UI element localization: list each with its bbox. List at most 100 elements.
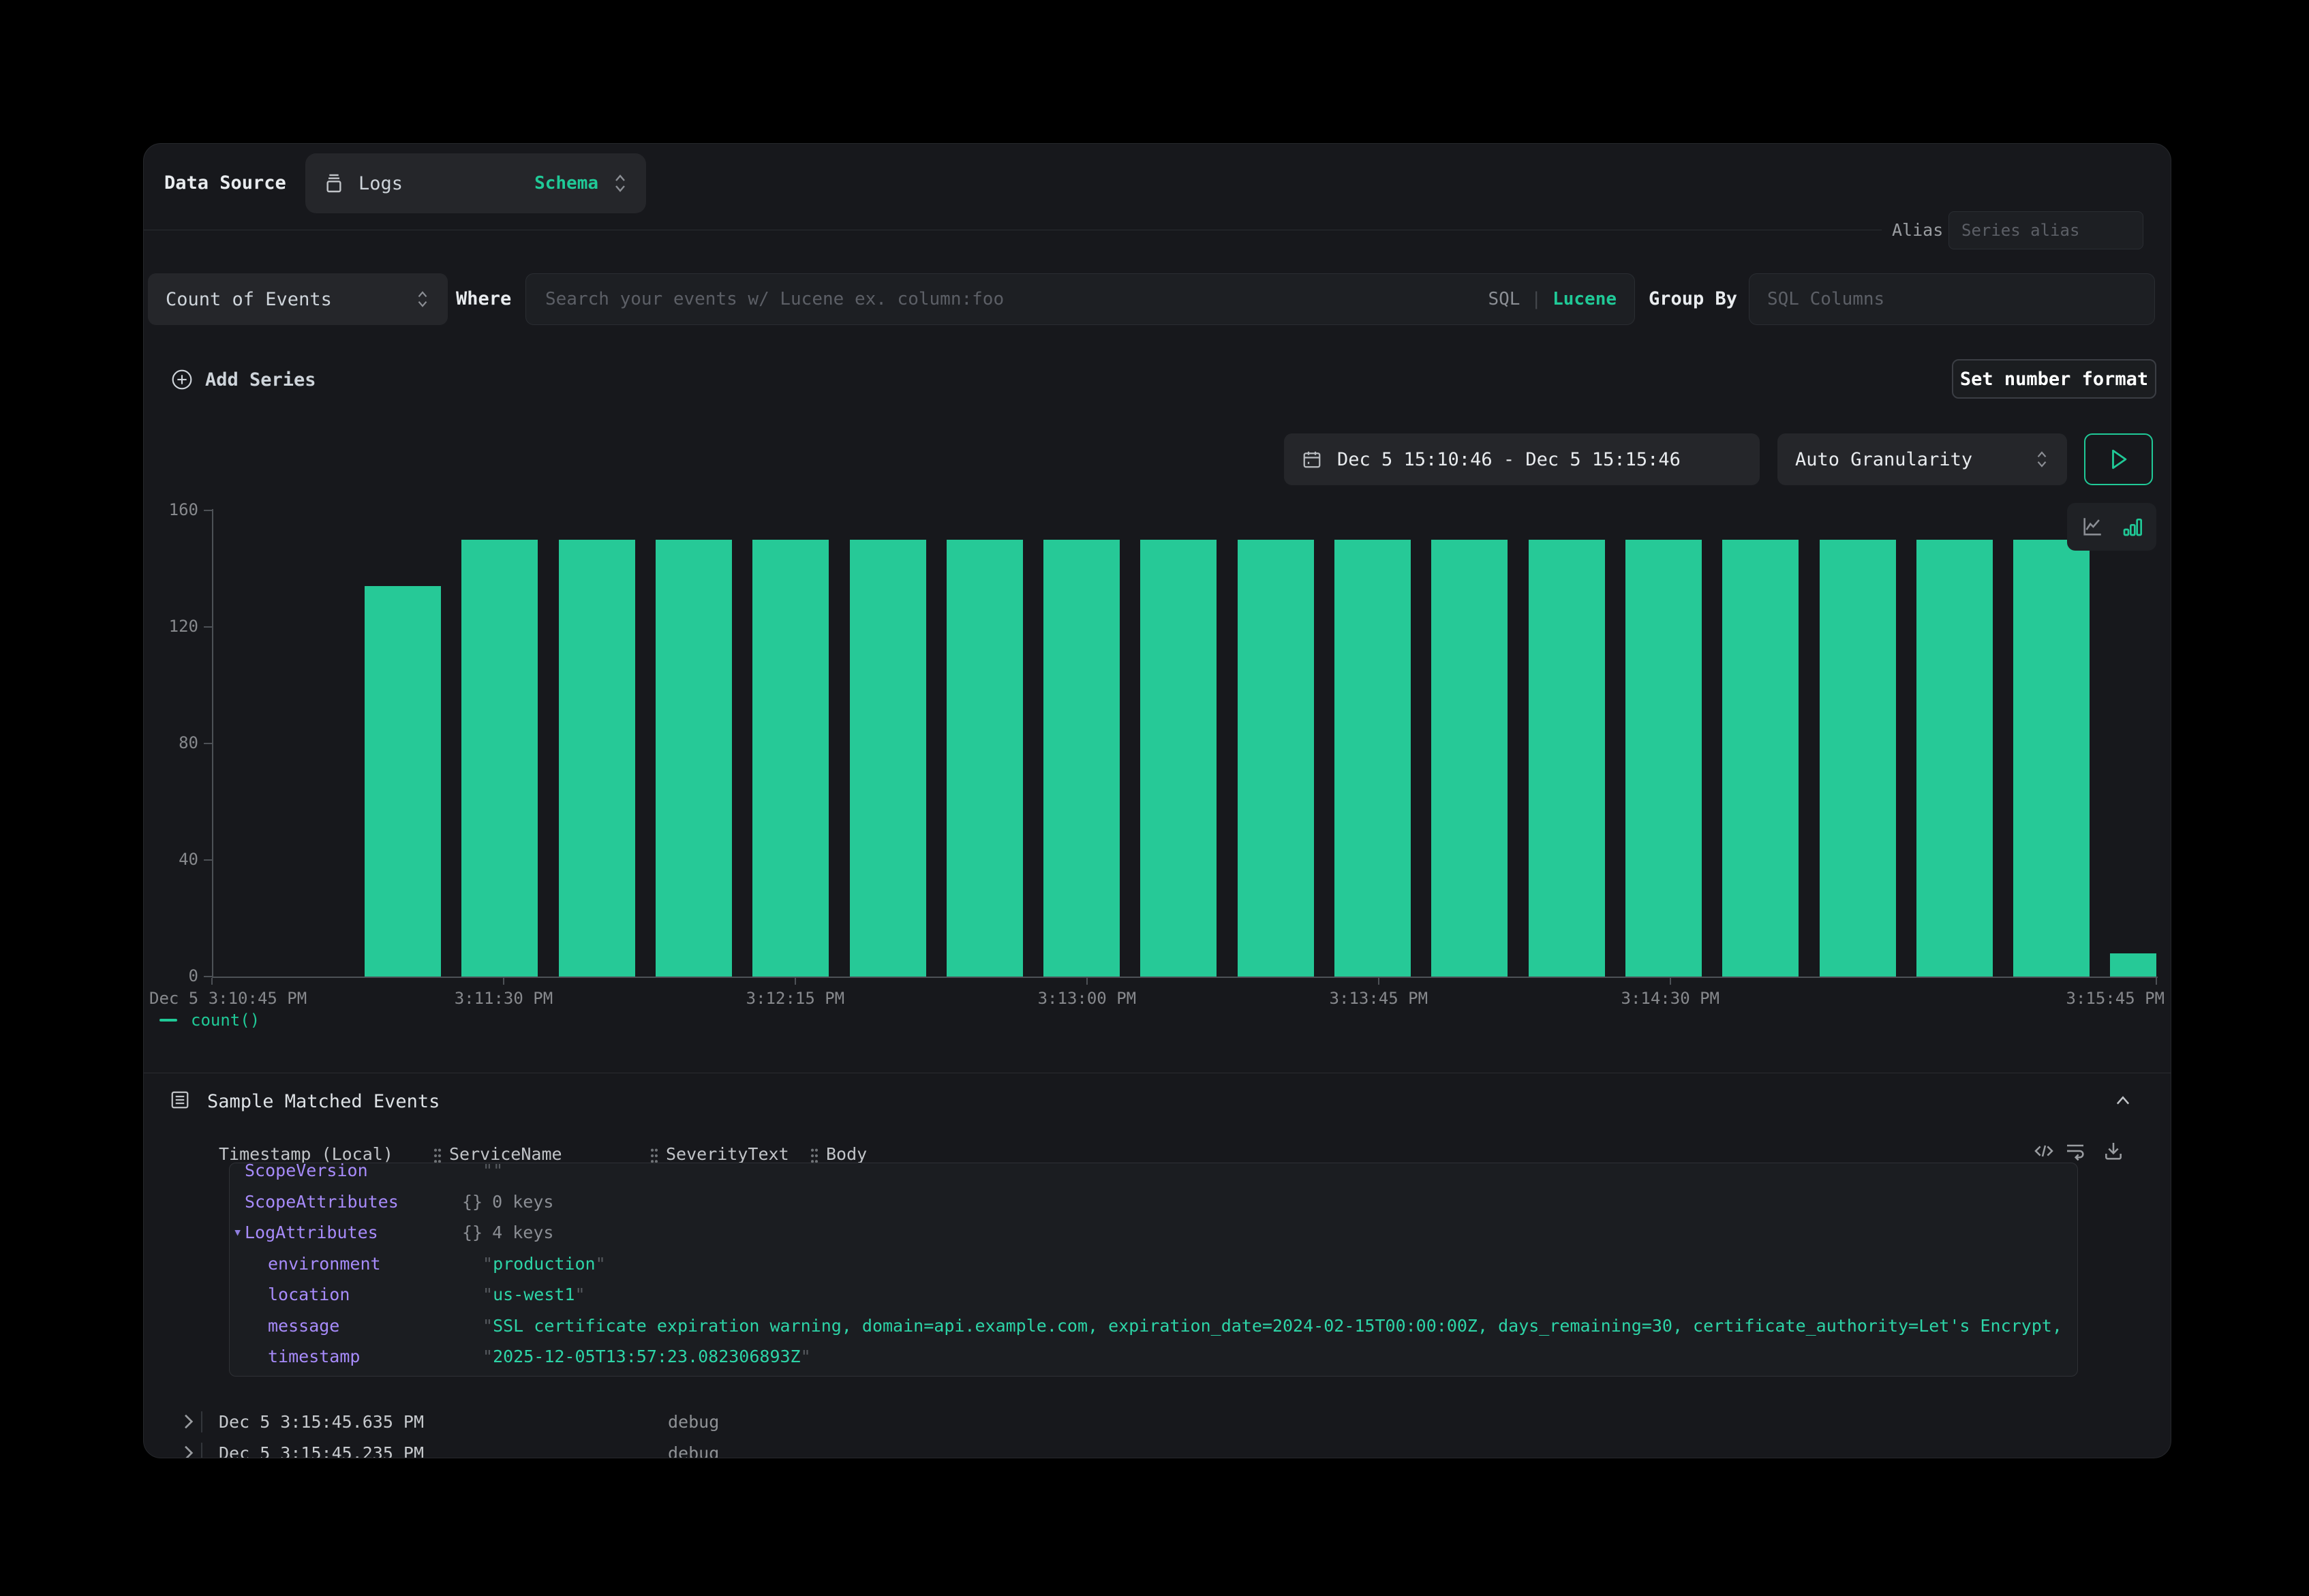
y-tick bbox=[204, 976, 212, 977]
x-tick bbox=[2156, 978, 2157, 985]
download-icon[interactable] bbox=[2102, 1140, 2124, 1162]
bar bbox=[752, 540, 829, 977]
chart-type-toggle[interactable] bbox=[2067, 503, 2156, 551]
bar bbox=[850, 540, 926, 977]
aggregation-select[interactable]: Count of Events bbox=[148, 273, 448, 325]
bar bbox=[1043, 540, 1120, 977]
bar bbox=[1431, 540, 1508, 977]
y-tick bbox=[204, 626, 212, 628]
y-tick-label: 120 bbox=[156, 617, 198, 636]
lucene-toggle[interactable]: Lucene bbox=[1553, 289, 1617, 309]
x-tick bbox=[1086, 978, 1088, 985]
line-chart-icon[interactable] bbox=[2081, 515, 2104, 538]
x-tick-label: 3:14:30 PM bbox=[1621, 989, 1720, 1008]
datasource-select[interactable]: Logs Schema bbox=[305, 153, 646, 213]
bar-chart-icon[interactable] bbox=[2122, 515, 2143, 538]
aggregation-value: Count of Events bbox=[166, 289, 415, 310]
json-value: "SSL certificate expiration warning, dom… bbox=[462, 1316, 2064, 1336]
search-input[interactable] bbox=[544, 288, 1488, 310]
json-row[interactable]: ScopeAttributes {}0 keys bbox=[230, 1190, 2077, 1213]
bar bbox=[1625, 540, 1702, 977]
run-query-button[interactable] bbox=[2084, 433, 2153, 485]
granularity-value: Auto Granularity bbox=[1795, 449, 2034, 470]
row-divider bbox=[201, 1443, 202, 1459]
json-key: environment bbox=[268, 1254, 381, 1274]
json-row[interactable]: environment"production" bbox=[230, 1252, 2077, 1275]
expanded-row-json: ScopeVersion "" ScopeAttributes {}0 keys ▾Lo… bbox=[229, 1163, 2078, 1377]
bar bbox=[1722, 540, 1799, 977]
event-timestamp: Dec 5 3:15:45.635 PM bbox=[219, 1412, 424, 1432]
bar bbox=[1916, 540, 1993, 977]
bar bbox=[1334, 540, 1411, 977]
json-value: "" bbox=[462, 1163, 503, 1180]
set-number-format-button[interactable]: Set number format bbox=[1952, 359, 2156, 399]
expand-chevron-icon[interactable] bbox=[182, 1445, 194, 1459]
where-label: Where bbox=[456, 288, 511, 309]
datasource-label: Data Source bbox=[164, 172, 286, 194]
code-icon[interactable] bbox=[2033, 1140, 2055, 1162]
list-icon bbox=[170, 1090, 190, 1110]
expand-chevron-icon[interactable] bbox=[182, 1413, 194, 1430]
column-header-body[interactable]: Body bbox=[826, 1144, 867, 1164]
updown-icon bbox=[612, 172, 628, 195]
row-divider bbox=[201, 1411, 202, 1432]
add-series-button[interactable]: Add Series bbox=[171, 369, 316, 390]
chart-bars bbox=[212, 510, 2156, 977]
json-value: {}4 keys bbox=[462, 1223, 553, 1242]
event-severity: debug bbox=[668, 1412, 719, 1432]
bar bbox=[1238, 540, 1314, 977]
events-title: Sample Matched Events bbox=[207, 1091, 440, 1112]
bar bbox=[559, 540, 635, 977]
x-tick bbox=[1378, 978, 1379, 985]
bar bbox=[365, 586, 441, 977]
event-row[interactable]: Dec 5 3:15:45.635 PM debug bbox=[144, 1407, 2171, 1437]
calendar-icon bbox=[1302, 449, 1322, 470]
y-tick bbox=[204, 859, 212, 861]
add-series-label: Add Series bbox=[205, 369, 316, 390]
y-tick-label: 0 bbox=[156, 966, 198, 985]
schema-link[interactable]: Schema bbox=[534, 173, 598, 194]
json-row[interactable]: message "SSL certificate expiration warni… bbox=[230, 1314, 2077, 1337]
date-range-value: Dec 5 15:10:46 - Dec 5 15:15:46 bbox=[1337, 449, 1681, 470]
column-header-timestamp-local-[interactable]: Timestamp (Local) bbox=[219, 1144, 393, 1164]
bar bbox=[1529, 540, 1605, 977]
legend-swatch bbox=[159, 1019, 177, 1022]
collapse-chevron-icon[interactable] bbox=[2113, 1092, 2132, 1109]
x-tick bbox=[503, 978, 504, 985]
json-row[interactable]: ScopeVersion "" bbox=[230, 1163, 2077, 1182]
json-row[interactable]: timestamp"2025-12-05T13:57:23.082306893Z… bbox=[230, 1345, 2077, 1368]
column-header-severitytext[interactable]: SeverityText bbox=[666, 1144, 789, 1164]
alias-input[interactable] bbox=[1948, 211, 2143, 249]
x-tick bbox=[795, 978, 796, 985]
query-builder-panel: Data Source Logs Schema Alias Count of E… bbox=[143, 143, 2171, 1458]
legend: count() bbox=[159, 1011, 260, 1030]
json-key: ScopeVersion bbox=[245, 1163, 368, 1180]
json-key: ScopeAttributes bbox=[245, 1192, 399, 1212]
search-input-box: SQL | Lucene bbox=[525, 273, 1635, 325]
column-header-servicename[interactable]: ServiceName bbox=[449, 1144, 562, 1164]
json-value: "2025-12-05T13:57:23.082306893Z" bbox=[462, 1347, 811, 1366]
caret-down-icon[interactable]: ▾ bbox=[233, 1224, 242, 1241]
y-tick-label: 40 bbox=[156, 850, 198, 869]
date-range-picker[interactable]: Dec 5 15:10:46 - Dec 5 15:15:46 bbox=[1284, 433, 1760, 485]
wrap-text-icon[interactable] bbox=[2064, 1140, 2086, 1162]
sql-toggle[interactable]: SQL bbox=[1488, 289, 1520, 309]
json-row[interactable]: location"us-west1" bbox=[230, 1283, 2077, 1306]
json-key: message bbox=[268, 1316, 339, 1336]
json-row[interactable]: ▾LogAttributes{}4 keys bbox=[230, 1221, 2077, 1244]
y-tick-label: 80 bbox=[156, 733, 198, 752]
granularity-select[interactable]: Auto Granularity bbox=[1777, 433, 2067, 485]
group-by-input[interactable] bbox=[1766, 288, 2138, 310]
group-by-label: Group By bbox=[1649, 288, 1737, 309]
x-tick bbox=[1670, 978, 1671, 985]
x-tick bbox=[211, 978, 213, 985]
bar bbox=[1140, 540, 1217, 977]
event-row[interactable]: Dec 5 3:15:45.235 PMdebug bbox=[144, 1438, 2171, 1459]
play-icon bbox=[2109, 448, 2129, 471]
x-tick-label: 3:15:45 PM bbox=[2066, 989, 2165, 1008]
json-value: "us-west1" bbox=[462, 1285, 585, 1304]
bar bbox=[2110, 953, 2156, 977]
json-value: {}0 keys bbox=[462, 1192, 553, 1212]
legend-label: count() bbox=[191, 1011, 260, 1030]
braces-icon: {} bbox=[462, 1223, 483, 1242]
